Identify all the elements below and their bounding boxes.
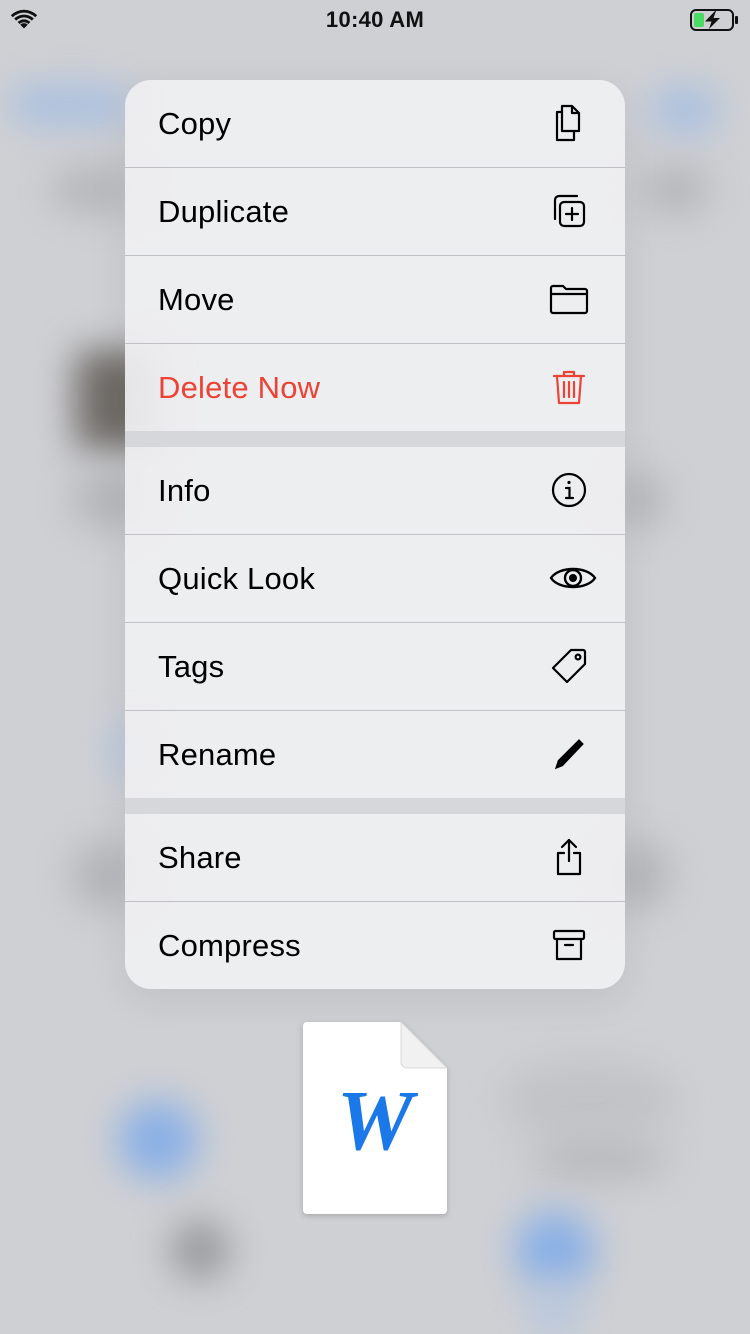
group-separator [125, 798, 625, 814]
archive-icon [549, 925, 589, 965]
status-time: 10:40 AM [325, 7, 425, 32]
menu-item-quick-look[interactable]: Quick Look [125, 535, 625, 623]
menu-item-share[interactable]: Share [125, 814, 625, 902]
menu-item-label: Copy [158, 106, 232, 141]
menu-item-info[interactable]: Info [125, 447, 625, 535]
duplicate-icon [549, 191, 589, 231]
share-icon [549, 837, 589, 877]
menu-item-label: Compress [158, 928, 301, 963]
menu-item-label: Move [158, 282, 235, 317]
menu-item-copy[interactable]: Copy [125, 80, 625, 168]
menu-item-compress[interactable]: Compress [125, 902, 625, 989]
menu-item-label: Rename [158, 737, 277, 772]
menu-item-label: Duplicate [158, 194, 290, 229]
group-separator [125, 431, 625, 447]
menu-item-duplicate[interactable]: Duplicate [125, 168, 625, 256]
trash-icon [549, 367, 589, 407]
menu-item-move[interactable]: Move [125, 256, 625, 344]
battery-charging-icon [690, 8, 740, 37]
menu-item-label: Delete Now [158, 370, 321, 405]
menu-item-label: Share [158, 840, 242, 875]
menu-item-label: Tags [158, 649, 225, 684]
context-menu: Copy Duplicate Move Delete Now Info Quic… [125, 80, 625, 989]
tag-icon [549, 646, 589, 686]
menu-item-delete-now[interactable]: Delete Now [125, 344, 625, 431]
menu-item-rename[interactable]: Rename [125, 711, 625, 798]
word-document-icon[interactable]: W [303, 1020, 449, 1214]
menu-item-tags[interactable]: Tags [125, 623, 625, 711]
pencil-icon [549, 734, 589, 774]
folder-icon [549, 279, 589, 319]
info-icon [549, 470, 589, 510]
menu-item-label: Info [158, 473, 211, 508]
document-letter: W [336, 1072, 414, 1168]
menu-item-label: Quick Look [158, 561, 316, 596]
status-bar: 10:40 AM [0, 0, 750, 40]
copy-icon [549, 103, 589, 143]
eye-icon [549, 558, 597, 598]
